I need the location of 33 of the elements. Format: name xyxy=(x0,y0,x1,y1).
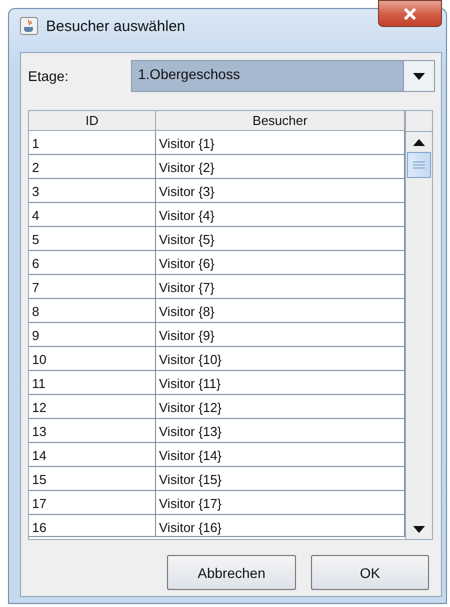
table-cell: 10 xyxy=(29,347,156,370)
table-cell: 17 xyxy=(29,491,156,514)
caret-icon xyxy=(413,72,425,80)
window-title: Besucher auswählen xyxy=(46,18,186,35)
table-cell: 9 xyxy=(29,323,156,346)
table-cell: 13 xyxy=(29,419,156,442)
down-arrow-icon xyxy=(413,526,425,532)
table-cell: 4 xyxy=(29,203,156,226)
floor-label: Etage: xyxy=(28,68,70,84)
table-cell: 7 xyxy=(29,275,156,298)
cancel-button[interactable]: Abbrechen xyxy=(167,555,296,590)
ok-button[interactable]: OK xyxy=(311,555,429,590)
dropdown-arrow-button[interactable] xyxy=(404,61,434,91)
table-cell: 3 xyxy=(29,179,156,202)
close-icon xyxy=(403,8,417,20)
table-cell: 16 xyxy=(29,515,156,536)
cup-icon xyxy=(20,17,38,35)
table-cell: 8 xyxy=(29,299,156,322)
table-cell: 14 xyxy=(29,443,156,466)
table-cell: 12 xyxy=(29,395,156,418)
floor-dropdown[interactable]: 1.Obergeschoss xyxy=(131,60,435,92)
column-header[interactable]: ID xyxy=(29,111,156,130)
table-cell: 11 xyxy=(29,371,156,394)
table-cell: 2 xyxy=(29,155,156,178)
table-cell: 5 xyxy=(29,227,156,250)
scroll-thumb[interactable] xyxy=(407,152,431,178)
vertical-scrollbar[interactable] xyxy=(405,111,432,539)
up-arrow-icon xyxy=(413,138,425,146)
table-cell: 1 xyxy=(29,131,156,154)
table-cell: 15 xyxy=(29,467,156,490)
close-button[interactable] xyxy=(378,0,442,27)
grip-icon xyxy=(413,161,425,169)
table-cell: 6 xyxy=(29,251,156,274)
